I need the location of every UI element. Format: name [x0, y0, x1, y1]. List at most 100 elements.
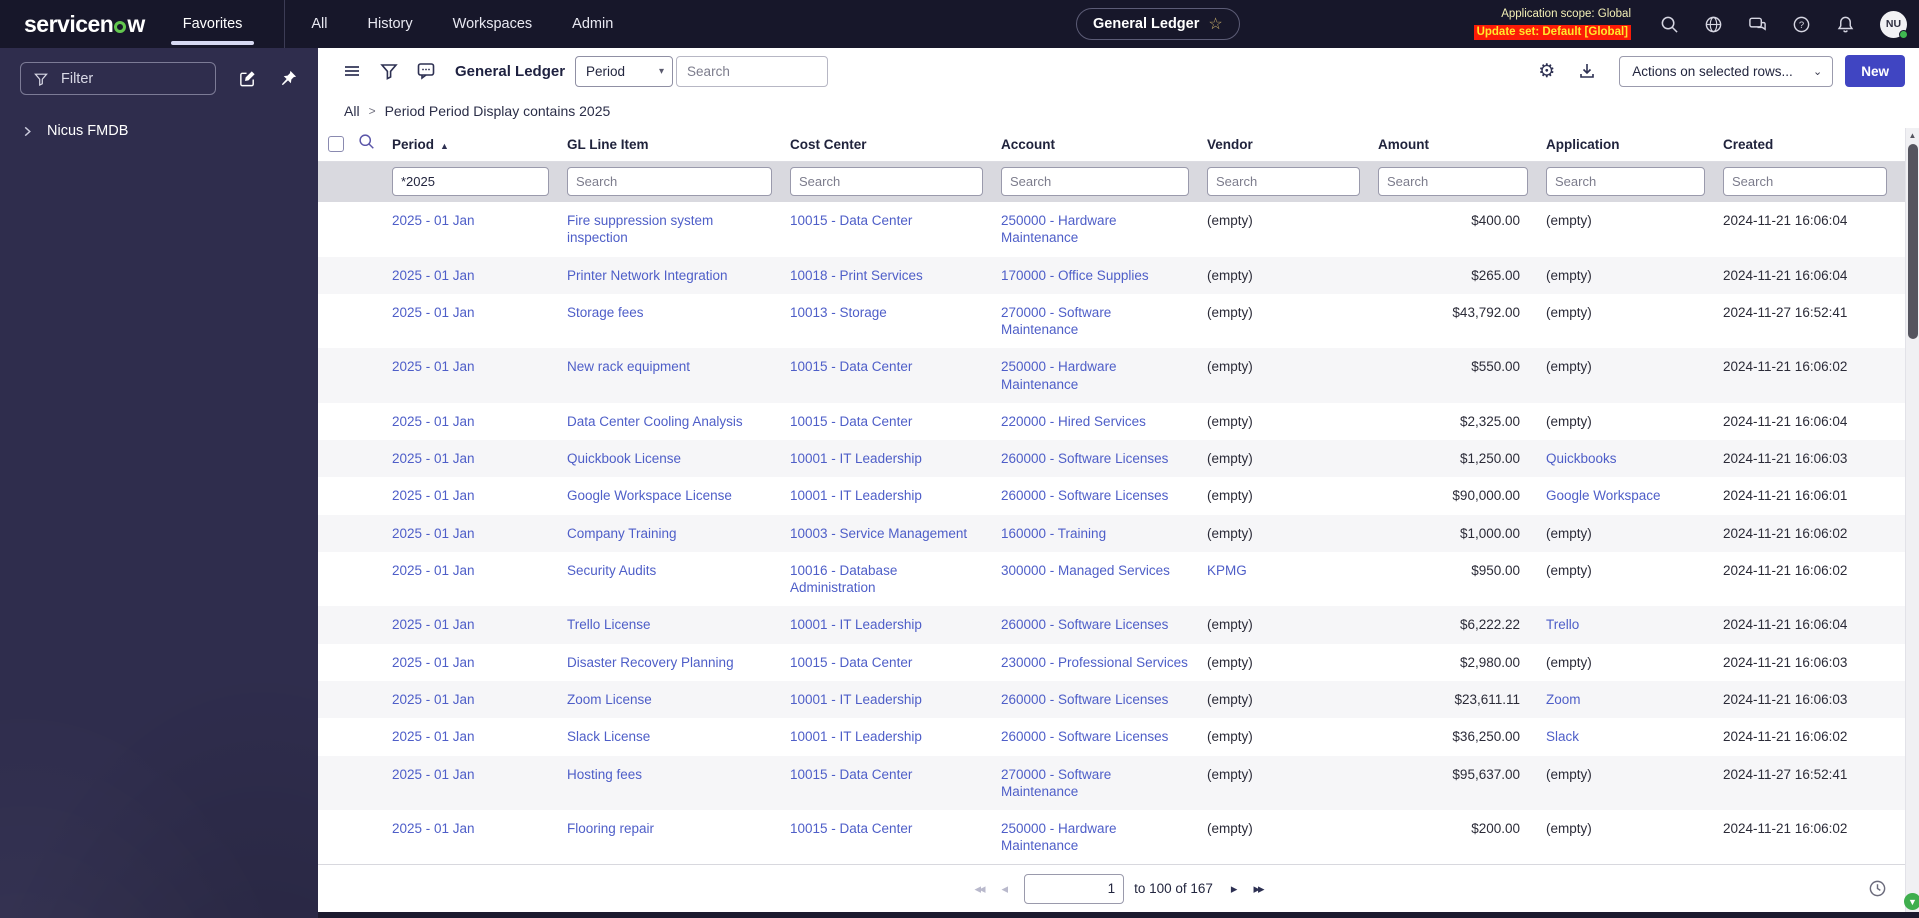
cell-cost-center-link[interactable]: 10015 - Data Center	[790, 756, 1001, 811]
cell-gl-line-item-link[interactable]: Hosting fees	[567, 756, 790, 811]
scroll-up-arrow-icon[interactable]: ▲	[1906, 131, 1919, 140]
chat-icon[interactable]	[1748, 15, 1767, 34]
cell-application[interactable]: Quickbooks	[1546, 440, 1723, 477]
cell-cost-center-link[interactable]: 10001 - IT Leadership	[790, 718, 1001, 755]
nav-item-all[interactable]: All	[311, 16, 327, 32]
cell-period-link[interactable]: 2025 - 01 Jan	[392, 440, 567, 477]
list-menu-icon[interactable]	[342, 61, 362, 81]
cell-period-link[interactable]: 2025 - 01 Jan	[392, 606, 567, 643]
cell-gl-line-item-link[interactable]: New rack equipment	[567, 348, 790, 403]
table-row[interactable]: 2025 - 01 Jan Flooring repair 10015 - Data…	[318, 810, 1919, 864]
favorite-star-icon[interactable]: ☆	[1208, 14, 1222, 34]
cell-account-link[interactable]: 220000 - Hired Services	[1001, 403, 1207, 440]
list-search-input[interactable]	[676, 55, 829, 87]
page-number-input[interactable]	[1024, 873, 1125, 904]
table-row[interactable]: 2025 - 01 Jan Slack License 10001 - IT Lea…	[318, 718, 1919, 755]
column-header-period[interactable]: Period ▲	[392, 137, 567, 152]
table-row[interactable]: 2025 - 01 Jan Security Audits 10016 - Data…	[318, 552, 1919, 607]
cell-gl-line-item-link[interactable]: Security Audits	[567, 552, 790, 607]
cell-application[interactable]: Slack	[1546, 718, 1723, 755]
cell-period-link[interactable]: 2025 - 01 Jan	[392, 810, 567, 864]
current-page-pill[interactable]: General Ledger ☆	[1076, 8, 1240, 40]
cell-cost-center-link[interactable]: 10015 - Data Center	[790, 810, 1001, 864]
cell-gl-line-item-link[interactable]: Storage fees	[567, 294, 790, 349]
cell-period-link[interactable]: 2025 - 01 Jan	[392, 257, 567, 294]
column-header-account[interactable]: Account	[1001, 137, 1207, 152]
cell-cost-center-link[interactable]: 10015 - Data Center	[790, 644, 1001, 681]
table-row[interactable]: 2025 - 01 Jan Company Training 10003 - Ser…	[318, 514, 1919, 552]
table-row[interactable]: 2025 - 01 Jan Hosting fees 10015 - Data Ce…	[318, 755, 1919, 811]
gear-icon[interactable]: ⚙	[1538, 62, 1555, 81]
cell-vendor[interactable]: KPMG	[1207, 552, 1378, 607]
first-page-button[interactable]: ◂◂	[974, 881, 985, 897]
cell-period-link[interactable]: 2025 - 01 Jan	[392, 552, 567, 607]
filter-input-created[interactable]	[1723, 167, 1887, 196]
cell-account-link[interactable]: 270000 - Software Maintenance	[1001, 294, 1207, 349]
servicenow-logo[interactable]: servicen w	[0, 11, 145, 38]
cell-cost-center-link[interactable]: 10003 - Service Management	[790, 515, 1001, 552]
column-header-gl-line-item[interactable]: GL Line Item	[567, 137, 790, 152]
nav-item-history[interactable]: History	[368, 16, 413, 32]
cell-gl-line-item-link[interactable]: Flooring repair	[567, 810, 790, 864]
cell-account-link[interactable]: 250000 - Hardware Maintenance	[1001, 348, 1207, 403]
cell-account-link[interactable]: 260000 - Software Licenses	[1001, 681, 1207, 718]
cell-account-link[interactable]: 260000 - Software Licenses	[1001, 477, 1207, 514]
sidebar-filter-input[interactable]: Filter	[20, 62, 216, 95]
table-row[interactable]: 2025 - 01 Jan Printer Network Integration…	[318, 256, 1919, 294]
table-row[interactable]: 2025 - 01 Jan Data Center Cooling Analysi…	[318, 403, 1919, 440]
cell-account-link[interactable]: 270000 - Software Maintenance	[1001, 756, 1207, 811]
cell-period-link[interactable]: 2025 - 01 Jan	[392, 718, 567, 755]
user-avatar[interactable]: NU	[1880, 10, 1908, 39]
cell-gl-line-item-link[interactable]: Fire suppression system inspection	[567, 202, 790, 257]
notifications-bell-icon[interactable]	[1836, 15, 1855, 34]
cell-account-link[interactable]: 260000 - Software Licenses	[1001, 606, 1207, 643]
cell-gl-line-item-link[interactable]: Trello License	[567, 606, 790, 643]
cell-cost-center-link[interactable]: 10001 - IT Leadership	[790, 440, 1001, 477]
table-row[interactable]: 2025 - 01 Jan Zoom License 10001 - IT Lead…	[318, 680, 1919, 719]
cell-cost-center-link[interactable]: 10001 - IT Leadership	[790, 606, 1001, 643]
table-row[interactable]: 2025 - 01 Jan Google Workspace License 100…	[318, 477, 1919, 514]
filter-input-cost-center[interactable]	[790, 167, 983, 196]
next-page-button[interactable]: ▸	[1231, 881, 1237, 897]
cell-gl-line-item-link[interactable]: Zoom License	[567, 681, 790, 718]
cell-gl-line-item-link[interactable]: Slack License	[567, 718, 790, 755]
cell-cost-center-link[interactable]: 10016 - Database Administration	[790, 552, 1001, 607]
cell-account-link[interactable]: 260000 - Software Licenses	[1001, 718, 1207, 755]
vertical-scrollbar[interactable]: ▲ ▼	[1904, 128, 1919, 912]
cell-gl-line-item-link[interactable]: Google Workspace License	[567, 477, 790, 514]
pin-sidebar-icon[interactable]	[279, 69, 298, 88]
filter-builder-icon[interactable]	[379, 61, 399, 81]
tab-favorites[interactable]: Favorites	[170, 0, 254, 48]
column-header-vendor[interactable]: Vendor	[1207, 137, 1378, 152]
cell-cost-center-link[interactable]: 10001 - IT Leadership	[790, 477, 1001, 514]
filter-input-period[interactable]	[392, 167, 549, 196]
sidebar-item-nicus-fmdb[interactable]: Nicus FMDB	[22, 123, 318, 139]
last-page-button[interactable]: ▸▸	[1253, 881, 1264, 897]
export-icon[interactable]	[1577, 61, 1597, 81]
scroll-down-button[interactable]: ▼	[1904, 893, 1919, 910]
table-row[interactable]: 2025 - 01 Jan Storage fees 10013 - Storage…	[318, 294, 1919, 349]
cell-period-link[interactable]: 2025 - 01 Jan	[392, 681, 567, 718]
filter-input-vendor[interactable]	[1207, 167, 1360, 196]
cell-cost-center-link[interactable]: 10001 - IT Leadership	[790, 681, 1001, 718]
cell-cost-center-link[interactable]: 10015 - Data Center	[790, 202, 1001, 257]
cell-gl-line-item-link[interactable]: Company Training	[567, 515, 790, 552]
new-button[interactable]: New	[1845, 55, 1905, 87]
cell-period-link[interactable]: 2025 - 01 Jan	[392, 477, 567, 514]
filter-input-application[interactable]	[1546, 167, 1705, 196]
column-header-cost-center[interactable]: Cost Center	[790, 137, 1001, 152]
column-search-icon[interactable]	[358, 133, 375, 150]
table-row[interactable]: 2025 - 01 Jan New rack equipment 10015 - D…	[318, 348, 1919, 403]
cell-account-link[interactable]: 300000 - Managed Services	[1001, 552, 1207, 607]
cell-period-link[interactable]: 2025 - 01 Jan	[392, 403, 567, 440]
column-header-created[interactable]: Created	[1723, 137, 1905, 152]
cell-period-link[interactable]: 2025 - 01 Jan	[392, 294, 567, 349]
select-all-checkbox[interactable]	[328, 136, 344, 152]
cell-period-link[interactable]: 2025 - 01 Jan	[392, 348, 567, 403]
cell-cost-center-link[interactable]: 10018 - Print Services	[790, 257, 1001, 294]
table-row[interactable]: 2025 - 01 Jan Disaster Recovery Planning 1…	[318, 644, 1919, 681]
cell-account-link[interactable]: 230000 - Professional Services	[1001, 644, 1207, 681]
prev-page-button[interactable]: ◂	[1002, 881, 1008, 897]
comments-icon[interactable]	[416, 61, 436, 81]
edit-menu-icon[interactable]	[238, 69, 257, 88]
